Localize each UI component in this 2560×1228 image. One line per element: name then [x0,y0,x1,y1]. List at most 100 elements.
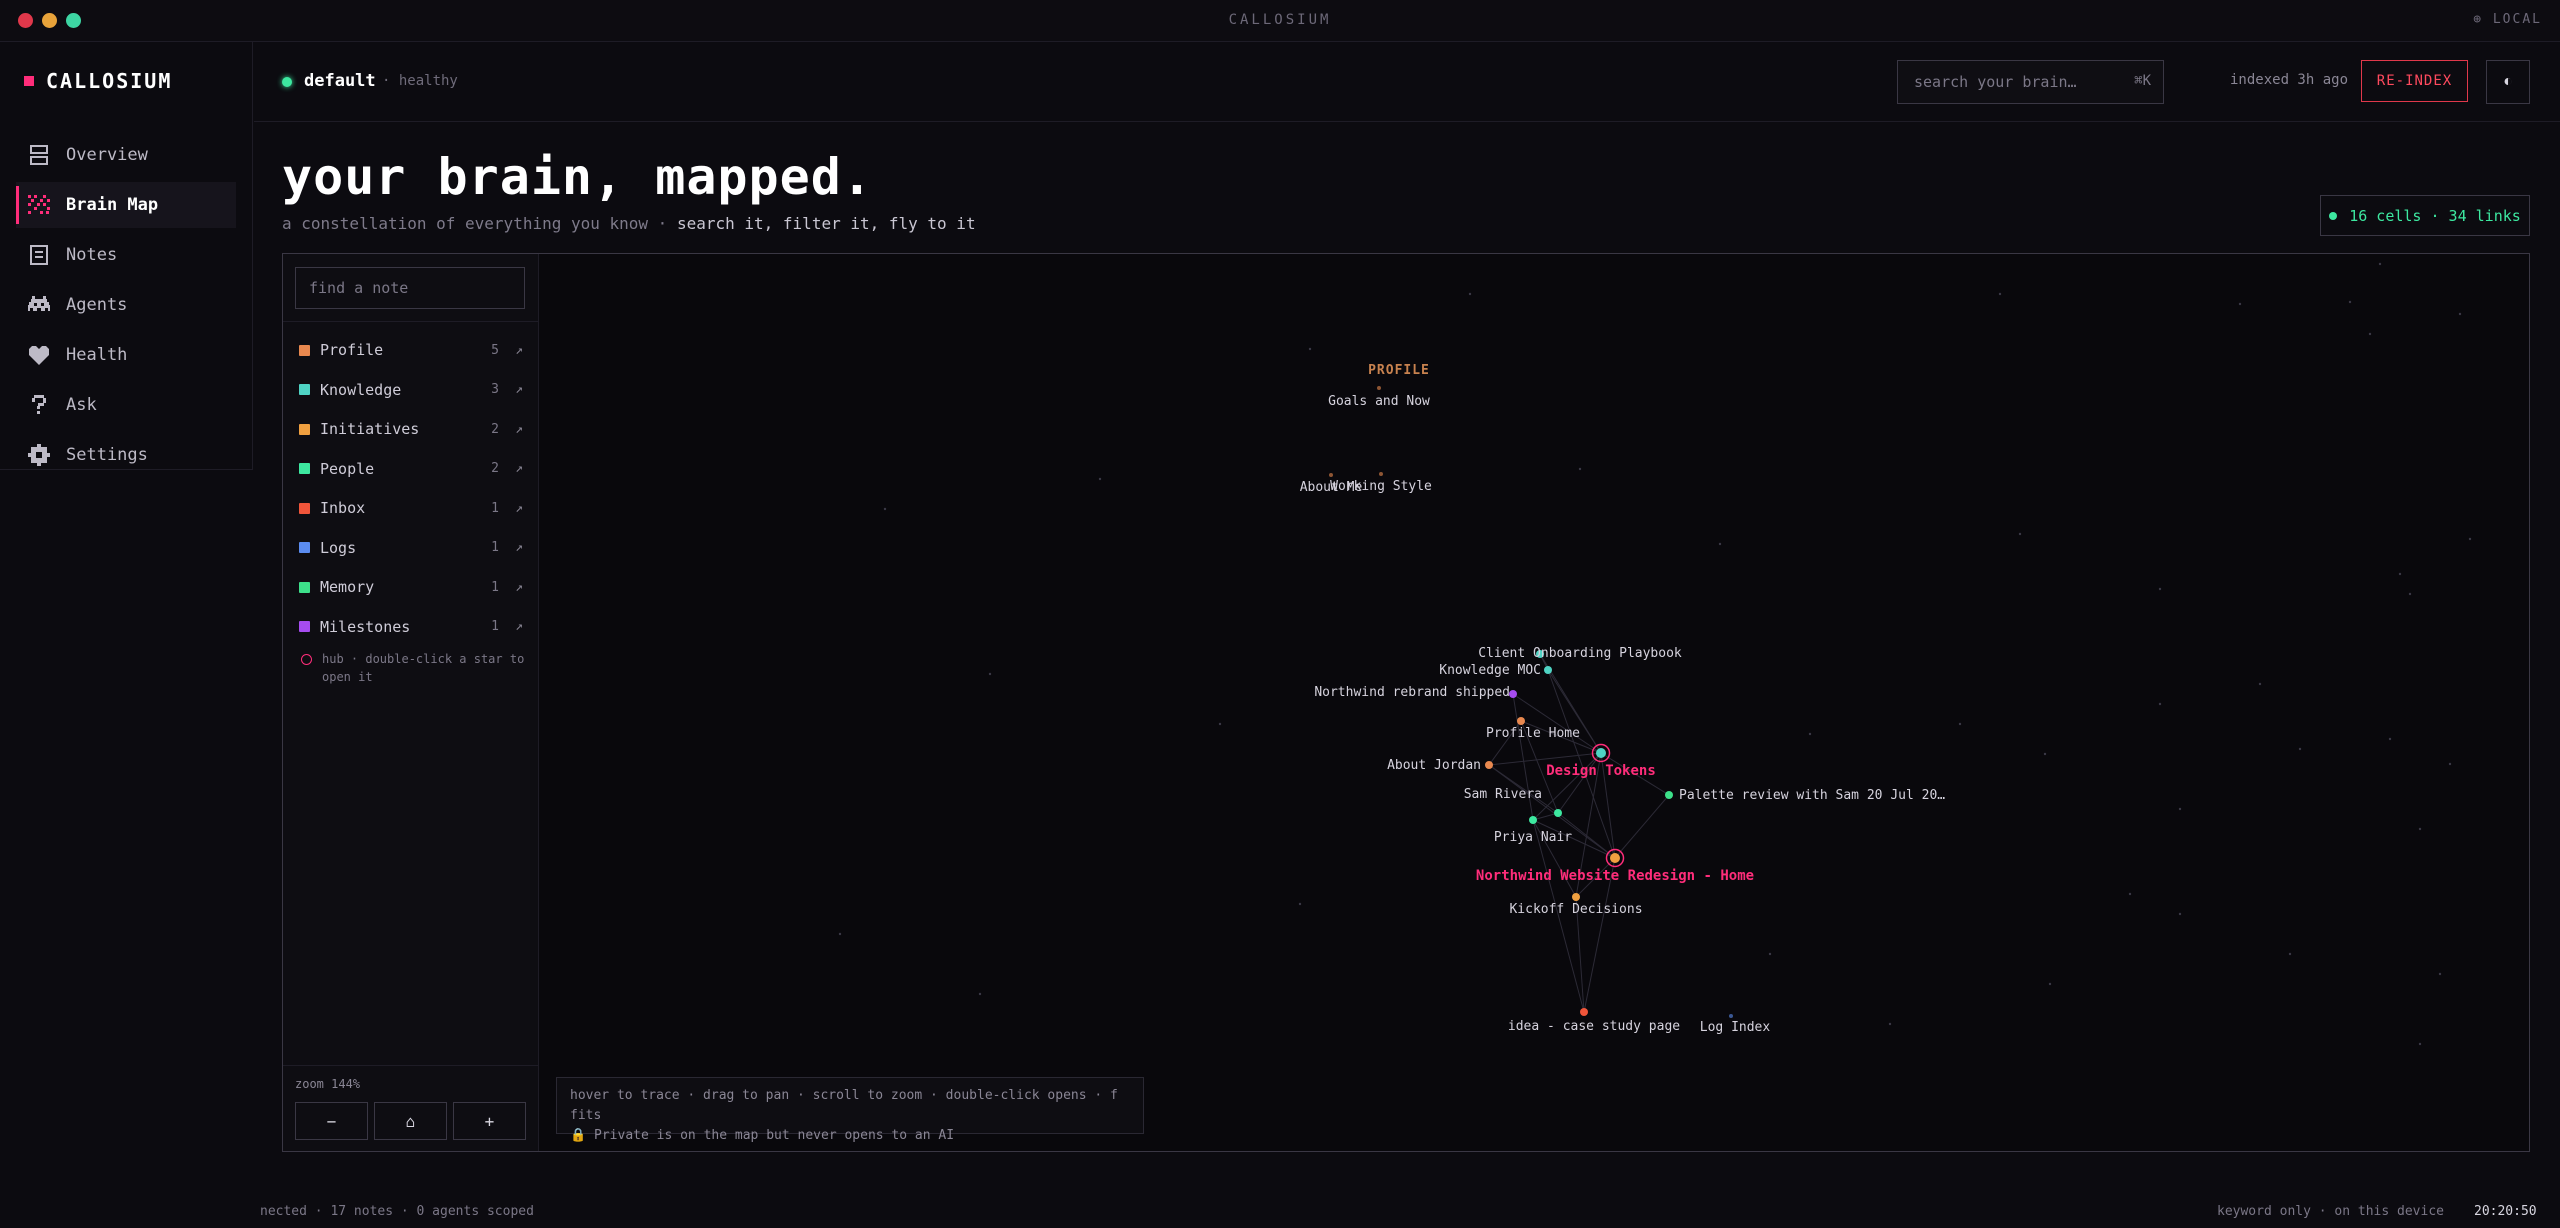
graph-node-sam[interactable] [1554,809,1562,817]
sidebar-item-health[interactable]: Health [16,332,236,378]
zoom-home-button[interactable]: ⌂ [374,1102,447,1140]
background-star [1808,732,1812,736]
find-note-box [295,267,525,309]
divider [283,321,538,322]
sidebar-item-settings[interactable]: Settings [16,432,236,478]
overview-icon [28,144,50,166]
sidebar-item-label: Notes [66,245,118,265]
sidebar-item-overview[interactable]: Overview [16,132,236,178]
graph-node-idea[interactable] [1580,1008,1588,1016]
graph-node-palette[interactable] [1665,791,1673,799]
background-star [2128,892,2132,896]
graph-node-tokens[interactable] [1596,748,1606,758]
cluster-label: PROFILE [1368,363,1430,378]
zoom-in-button[interactable]: + [453,1102,526,1140]
category-swatch [299,542,310,553]
graph-node-aboutme[interactable] [1329,473,1333,477]
category-filter-milestones[interactable]: Milestones 1 ↗ [299,613,525,641]
graph-node-label: Client Onboarding Playbook [1478,646,1682,661]
fly-to-icon[interactable]: ↗ [515,422,523,437]
graph-link [1614,794,1670,859]
background-star [1768,952,1772,956]
background-star [2398,572,2402,576]
background-star [1468,292,1472,296]
background-star [2348,300,2352,304]
fly-to-icon[interactable]: ↗ [515,461,523,476]
graph-node-profilehome[interactable] [1517,717,1525,725]
category-count: 5 [491,342,499,358]
background-star [988,672,992,676]
graph-node-kmoc[interactable] [1544,666,1552,674]
brain-map-panel: Profile 5 ↗ Knowledge 3 ↗ Initiatives 2 ↗ People 2… [282,253,2530,1152]
sidebar-item-agents[interactable]: Agents [16,282,236,328]
background-star [2438,972,2442,976]
find-note-input[interactable] [296,268,524,308]
fly-to-icon[interactable]: ↗ [515,501,523,516]
category-filter-people[interactable]: People 2 ↗ [299,455,525,483]
graph-node-logindex[interactable] [1729,1014,1733,1018]
background-star [2458,312,2462,316]
category-count: 1 [491,619,499,634]
background-star [883,507,887,511]
graph-node-goals[interactable] [1377,386,1381,390]
sidebar-item-label: Agents [66,295,128,315]
category-count: 3 [491,382,499,397]
brand-name: CALLOSIUM [46,69,173,93]
theme-toggle-button[interactable]: ◐ [2486,60,2530,104]
hub-ring-icon [301,654,312,665]
background-star [2368,332,2372,336]
fly-to-icon[interactable]: ↗ [515,580,523,595]
background-star [2018,532,2022,536]
graph-node-kickoff[interactable] [1572,893,1580,901]
graph-node-working[interactable] [1379,472,1383,476]
graph-node-priya[interactable] [1529,816,1537,824]
category-filter-knowledge[interactable]: Knowledge 3 ↗ [299,376,525,404]
category-filter-logs[interactable]: Logs 1 ↗ [299,534,525,562]
sidebar-item-notes[interactable]: Notes [16,232,236,278]
category-count: 2 [491,461,499,476]
background-star [2258,682,2262,686]
category-swatch [299,621,310,632]
brand: CALLOSIUM [24,69,173,93]
sidebar-item-brain-map[interactable]: Brain Map [16,182,236,228]
background-star [2178,807,2182,811]
agents-icon [28,294,50,316]
category-filter-profile[interactable]: Profile 5 ↗ [299,336,525,364]
graph-node-jordan[interactable] [1485,761,1493,769]
fly-to-icon[interactable]: ↗ [515,619,523,634]
category-label: Initiatives [320,420,420,438]
background-star [2158,587,2162,591]
background-star [2448,762,2452,766]
category-label: Inbox [320,499,366,517]
graph-canvas[interactable]: PROFILE Goals and Now About Me Working Styl… [540,254,2529,1151]
background-star [2418,827,2422,831]
hint-line-1: hover to trace · drag to pan · scroll to… [570,1088,1118,1123]
fly-to-icon[interactable]: ↗ [515,540,523,555]
background-star [2178,912,2182,916]
search-box: ⌘K [1897,60,2164,104]
contrast-icon: ◐ [2503,73,2513,90]
subtitle-muted: a constellation of everything you know · [282,214,668,233]
category-filter-memory[interactable]: Memory 1 ↗ [299,573,525,601]
background-star [1098,477,1102,481]
graph-node-label: Working Style [1330,479,1432,494]
graph-node-northwind[interactable] [1610,853,1620,863]
window-title: CALLOSIUM [1228,12,1332,28]
fly-to-icon[interactable]: ↗ [515,343,523,358]
reindex-button[interactable]: RE-INDEX [2361,60,2468,102]
category-count: 1 [491,579,499,595]
graph-node-label: Priya Nair [1494,830,1572,845]
graph-node-rebrand[interactable] [1509,690,1517,698]
category-filter-inbox[interactable]: Inbox 1 ↗ [299,494,525,522]
graph-svg[interactable]: PROFILEGoals and NowAbout MeWorking Styl… [540,254,2529,1151]
fly-to-icon[interactable]: ↗ [515,382,523,397]
title-bar: CALLOSIUM ⊕ LOCAL [0,0,2560,42]
category-filter-initiatives[interactable]: Initiatives 2 ↗ [299,415,525,443]
zoom-out-button[interactable]: − [295,1102,368,1140]
category-swatch [299,502,310,514]
sidebar-item-ask[interactable]: Ask [16,382,236,428]
workspace-status: · healthy [382,73,458,89]
zoom-level: zoom 144% [295,1077,361,1091]
search-input[interactable] [1898,61,2118,103]
workspace-name[interactable]: default [304,71,376,91]
